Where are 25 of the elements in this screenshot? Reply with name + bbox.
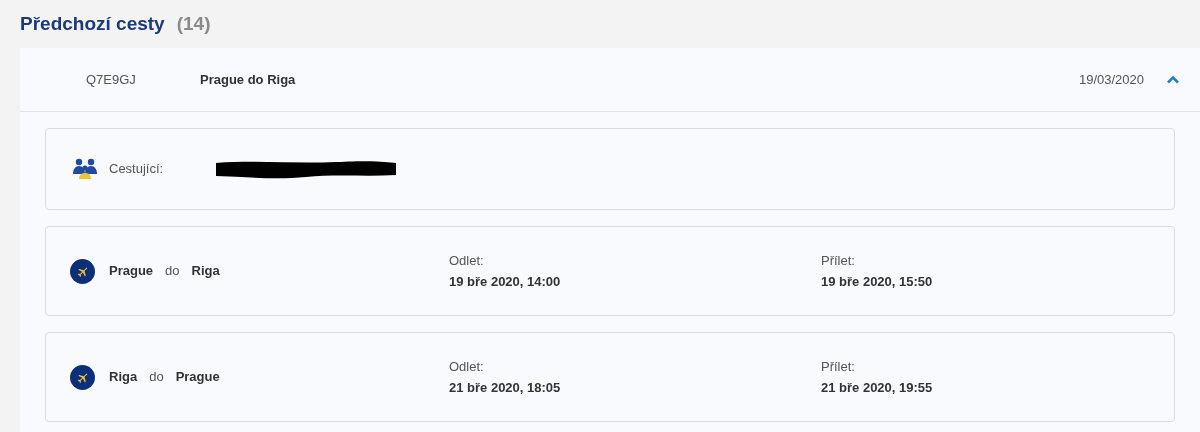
trip-header[interactable]: Q7E9GJ Prague do Riga 19/03/2020	[20, 48, 1200, 112]
origin-city: Riga	[109, 368, 138, 387]
departure-time: 21 bře 2020, 18:05	[449, 379, 562, 397]
route-connector: do	[165, 262, 180, 281]
trip-count: (14)	[176, 12, 211, 36]
departure-label: Odlet:	[449, 357, 485, 376]
chevron-up-icon[interactable]	[1166, 75, 1180, 84]
arrival-time: 21 bře 2020, 19:55	[821, 379, 933, 397]
airplane-icon	[70, 258, 95, 284]
section-title: Předchozí cesty	[20, 12, 165, 36]
airplane-icon	[70, 364, 95, 390]
departure-time: 19 bře 2020, 14:00	[449, 273, 562, 291]
departure-label: Odlet:	[449, 251, 485, 270]
arrival-label: Přílet:	[821, 251, 856, 270]
people-icon	[71, 157, 99, 181]
origin-city: Prague	[109, 262, 154, 281]
destination-city: Prague	[175, 368, 220, 387]
destination-city: Riga	[191, 262, 220, 281]
booking-code: Q7E9GJ	[86, 70, 137, 89]
trip-date: 19/03/2020	[1078, 70, 1144, 89]
arrival-label: Přílet:	[821, 357, 856, 376]
trip-route: Prague do Riga	[200, 70, 296, 89]
arrival-time: 19 bře 2020, 15:50	[821, 273, 933, 291]
passengers-label: Cestující:	[109, 160, 164, 179]
route-connector: do	[149, 368, 164, 387]
